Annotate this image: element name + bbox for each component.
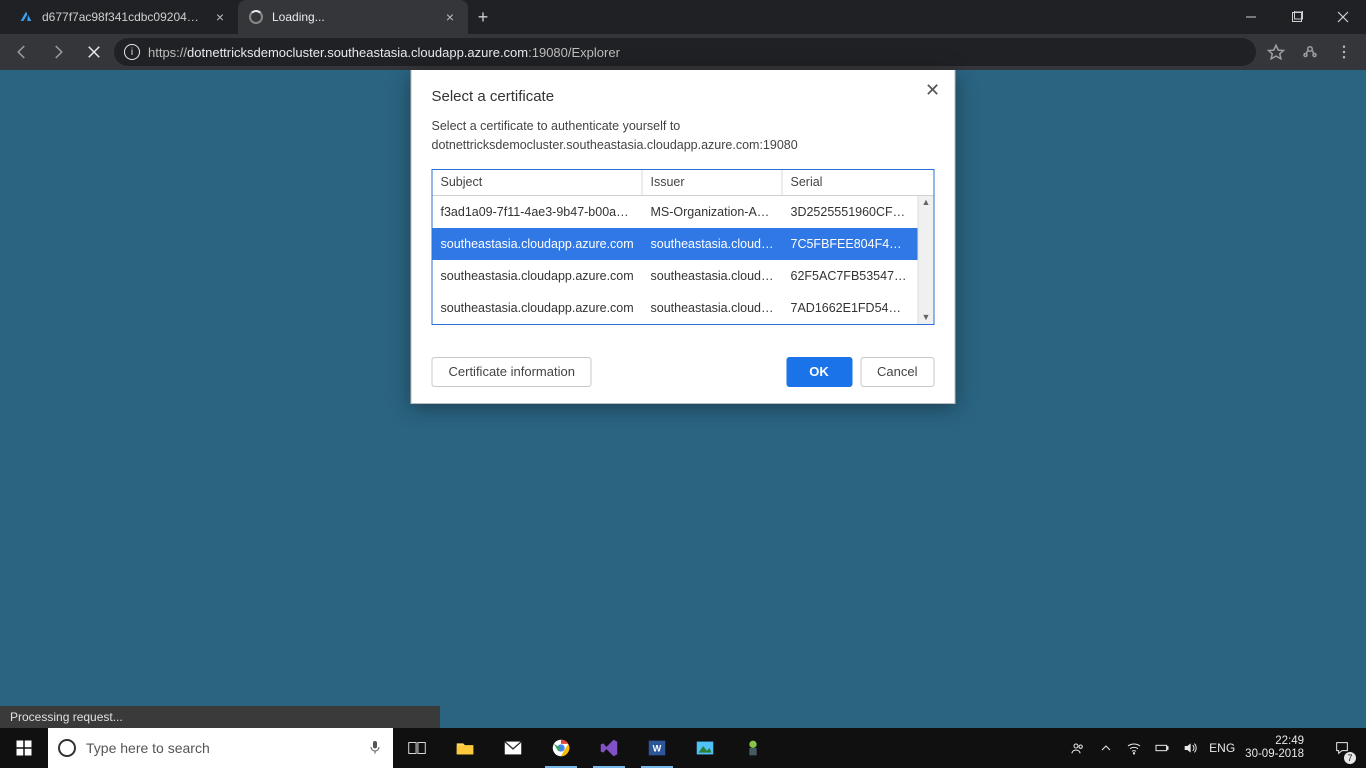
table-header: Subject Issuer Serial: [433, 170, 934, 196]
table-row[interactable]: f3ad1a09-7f11-4ae3-9b47-b00ad4d... MS-Or…: [433, 196, 918, 228]
svg-text:W: W: [653, 744, 662, 754]
certificate-table: Subject Issuer Serial f3ad1a09-7f11-4ae3…: [432, 169, 935, 325]
people-icon[interactable]: [1069, 739, 1087, 757]
back-button[interactable]: [6, 38, 38, 66]
word-icon[interactable]: W: [633, 728, 681, 768]
taskbar-apps: W: [393, 728, 777, 768]
azure-favicon: [18, 9, 34, 25]
new-tab-button[interactable]: +: [468, 0, 498, 34]
dialog-buttons: Certificate information OK Cancel: [432, 357, 935, 387]
table-row[interactable]: southeastasia.cloudapp.azure.com southea…: [433, 260, 918, 292]
tab-strip: d677f7ac98f341cdbc092047b0a8 × Loading..…: [0, 0, 498, 34]
dialog-subtitle: Select a certificate to authenticate you…: [432, 117, 935, 155]
tab-0[interactable]: d677f7ac98f341cdbc092047b0a8 ×: [8, 0, 238, 34]
column-issuer[interactable]: Issuer: [643, 170, 783, 195]
notification-badge: 7: [1344, 752, 1356, 764]
task-view-icon[interactable]: [393, 728, 441, 768]
close-icon[interactable]: ×: [442, 9, 458, 25]
loading-spinner-icon: [248, 9, 264, 25]
close-window-button[interactable]: [1320, 0, 1366, 34]
url-text: https://dotnettricksdemocluster.southeas…: [148, 45, 620, 60]
language-indicator[interactable]: ENG: [1209, 741, 1235, 755]
bookmark-star-icon[interactable]: [1260, 38, 1292, 66]
browser-toolbar: i https://dotnettricksdemocluster.southe…: [0, 34, 1366, 70]
menu-icon[interactable]: [1328, 38, 1360, 66]
mail-icon[interactable]: [489, 728, 537, 768]
tab-1[interactable]: Loading... ×: [238, 0, 468, 34]
windows-taskbar: Type here to search W ENG 22:49 30-09-20…: [0, 728, 1366, 768]
tab-title: d677f7ac98f341cdbc092047b0a8: [42, 10, 204, 24]
stop-button[interactable]: [78, 38, 110, 66]
column-subject[interactable]: Subject: [433, 170, 643, 195]
status-bar: Processing request...: [0, 706, 440, 728]
close-icon[interactable]: ✕: [923, 80, 943, 100]
ok-button[interactable]: OK: [786, 357, 852, 387]
address-bar[interactable]: i https://dotnettricksdemocluster.southe…: [114, 38, 1256, 66]
photos-icon[interactable]: [681, 728, 729, 768]
site-info-icon[interactable]: i: [124, 44, 140, 60]
taskbar-search[interactable]: Type here to search: [48, 728, 393, 768]
tab-title: Loading...: [272, 10, 434, 24]
certificate-info-button[interactable]: Certificate information: [432, 357, 592, 387]
maximize-button[interactable]: [1274, 0, 1320, 34]
scroll-down-icon[interactable]: ▼: [922, 313, 931, 322]
table-scrollbar[interactable]: ▲ ▼: [918, 196, 934, 324]
table-row[interactable]: southeastasia.cloudapp.azure.com southea…: [433, 292, 918, 324]
app-icon[interactable]: [729, 728, 777, 768]
cancel-button[interactable]: Cancel: [860, 357, 934, 387]
page-viewport: ✕ Select a certificate Select a certific…: [0, 70, 1366, 728]
account-icon[interactable]: [1294, 38, 1326, 66]
volume-icon[interactable]: [1181, 739, 1199, 757]
chrome-icon[interactable]: [537, 728, 585, 768]
battery-icon[interactable]: [1153, 739, 1171, 757]
forward-button[interactable]: [42, 38, 74, 66]
table-body: f3ad1a09-7f11-4ae3-9b47-b00ad4d... MS-Or…: [433, 196, 934, 324]
wifi-icon[interactable]: [1125, 739, 1143, 757]
certificate-select-dialog: ✕ Select a certificate Select a certific…: [411, 70, 956, 404]
cortana-icon: [58, 739, 76, 757]
system-tray: ENG 22:49 30-09-2018 7: [1069, 728, 1366, 768]
window-controls: [1228, 0, 1366, 34]
search-placeholder: Type here to search: [86, 740, 210, 756]
visual-studio-icon[interactable]: [585, 728, 633, 768]
file-explorer-icon[interactable]: [441, 728, 489, 768]
start-button[interactable]: [0, 728, 48, 768]
column-serial[interactable]: Serial: [783, 170, 934, 195]
clock[interactable]: 22:49 30-09-2018: [1245, 735, 1312, 761]
table-row[interactable]: southeastasia.cloudapp.azure.com southea…: [433, 228, 918, 260]
chevron-up-icon[interactable]: [1097, 739, 1115, 757]
scroll-up-icon[interactable]: ▲: [922, 198, 931, 207]
minimize-button[interactable]: [1228, 0, 1274, 34]
action-center-icon[interactable]: 7: [1322, 728, 1362, 768]
dialog-title: Select a certificate: [432, 88, 935, 105]
close-icon[interactable]: ×: [212, 9, 228, 25]
browser-titlebar: d677f7ac98f341cdbc092047b0a8 × Loading..…: [0, 0, 1366, 34]
mic-icon[interactable]: [367, 739, 383, 758]
